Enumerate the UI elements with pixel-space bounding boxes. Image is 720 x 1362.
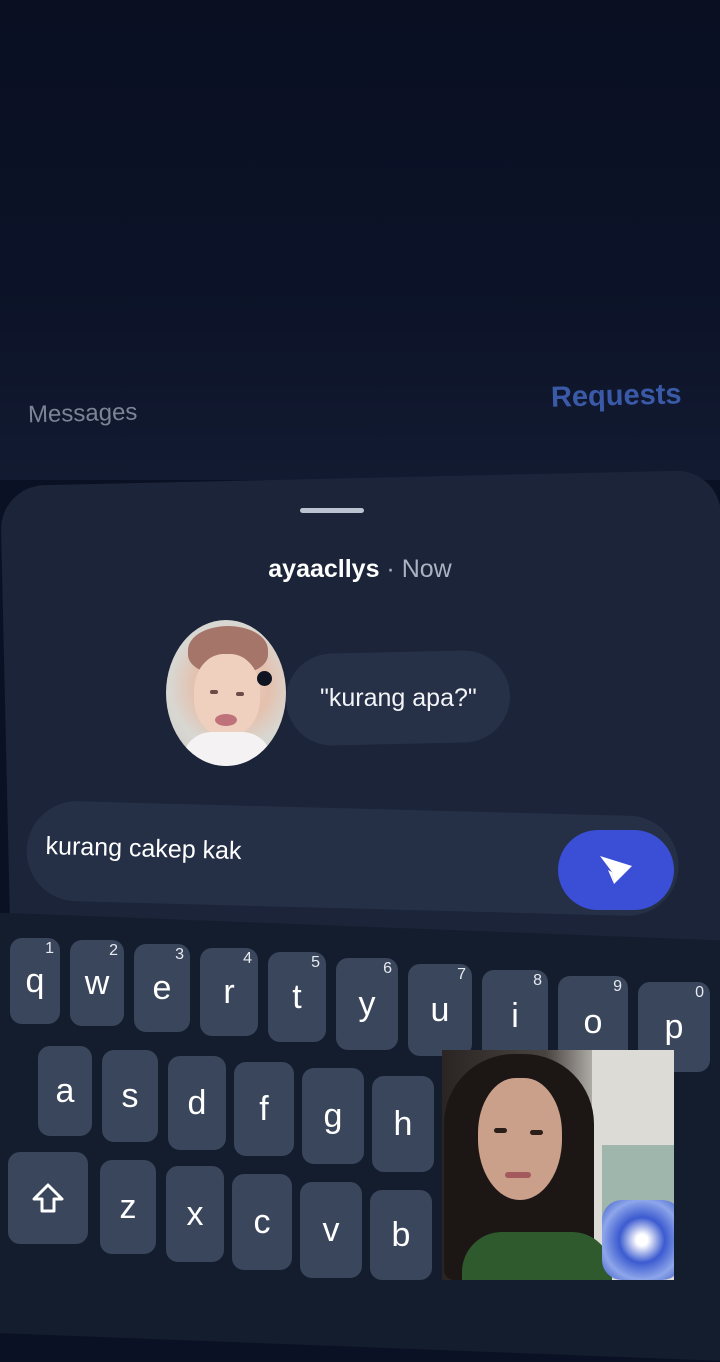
key-c[interactable]: c — [232, 1174, 292, 1270]
key-a[interactable]: a — [38, 1046, 92, 1136]
question-text: "kurang apa?" — [320, 684, 477, 712]
key-s[interactable]: s — [102, 1050, 158, 1142]
key-w[interactable]: w2 — [70, 940, 124, 1026]
sheet-header: ayaacllys · Now — [0, 555, 720, 584]
key-f[interactable]: f — [234, 1062, 294, 1156]
sheet-drag-handle[interactable] — [300, 508, 364, 513]
key-v[interactable]: v — [300, 1182, 362, 1278]
key-q[interactable]: q1 — [10, 938, 60, 1024]
tab-messages[interactable]: Messages — [28, 399, 138, 430]
send-icon — [600, 856, 632, 884]
key-e[interactable]: e3 — [134, 944, 190, 1032]
reply-input-text[interactable]: kurang cakep kak — [45, 832, 242, 866]
separator: · — [379, 555, 402, 583]
send-button[interactable] — [558, 830, 674, 910]
key-z[interactable]: z — [100, 1160, 156, 1254]
tab-requests[interactable]: Requests — [551, 378, 682, 414]
camera-overlay — [442, 1050, 674, 1280]
key-i[interactable]: i8 — [482, 970, 548, 1062]
timestamp: Now — [401, 555, 452, 583]
shift-key[interactable] — [8, 1152, 88, 1244]
key-b[interactable]: b — [370, 1190, 432, 1280]
bubble-tail-dot — [257, 671, 272, 686]
key-t[interactable]: t5 — [268, 952, 326, 1042]
key-x[interactable]: x — [166, 1166, 224, 1262]
key-g[interactable]: g — [302, 1068, 364, 1164]
sender-avatar — [166, 620, 286, 766]
key-d[interactable]: d — [168, 1056, 226, 1150]
key-h[interactable]: h — [372, 1076, 434, 1172]
key-u[interactable]: u7 — [408, 964, 472, 1056]
shift-icon — [32, 1183, 64, 1213]
sender-username: ayaacllys — [268, 555, 380, 583]
key-y[interactable]: y6 — [336, 958, 398, 1050]
key-r[interactable]: r4 — [200, 948, 258, 1036]
